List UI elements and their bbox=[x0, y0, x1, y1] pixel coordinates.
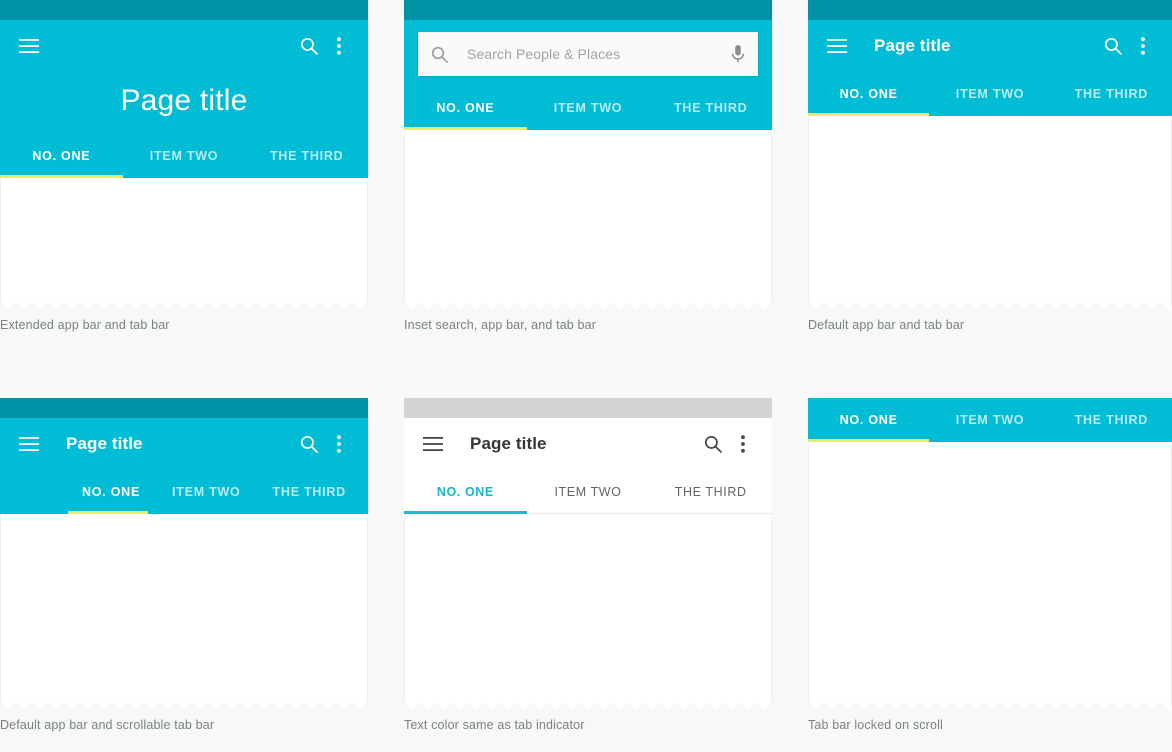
search-icon[interactable] bbox=[294, 429, 324, 459]
panel-white-app-bar: Page title NO. ONE ITEM TWO THE THIRD Te… bbox=[404, 398, 772, 738]
panel-caption: Extended app bar and tab bar bbox=[0, 318, 170, 332]
tab-item-two[interactable]: ITEM TWO bbox=[929, 398, 1050, 442]
sheet-edge-right bbox=[771, 130, 772, 310]
tab-no-one[interactable]: NO. ONE bbox=[66, 470, 156, 514]
sheet-edge-left bbox=[808, 116, 809, 310]
content-sheet bbox=[404, 514, 772, 710]
tab-the-third[interactable]: THE THIRD bbox=[649, 86, 772, 130]
panel-caption: Tab bar locked on scroll bbox=[808, 718, 943, 732]
torn-paper-edge bbox=[404, 297, 772, 310]
phone-frame: NO. ONE ITEM TWO THE THIRD bbox=[808, 398, 1172, 710]
overflow-menu-icon[interactable] bbox=[1128, 31, 1158, 61]
panel-scrollable-tab-bar: Page title NO. ONE ITEM TWO THE THIRD De… bbox=[0, 398, 368, 738]
app-bar: Page title NO. ONE ITEM TWO THE THIRD bbox=[0, 20, 368, 178]
phone-frame: Page title NO. ONE ITEM TWO THE THIRD bbox=[808, 0, 1172, 310]
phone-frame: Page title NO. ONE ITEM TWO THE THIRD bbox=[404, 398, 772, 710]
app-bar: NO. ONE ITEM TWO THE THIRD bbox=[808, 398, 1172, 442]
sheet-edge-right bbox=[367, 514, 368, 710]
content-sheet bbox=[404, 130, 772, 310]
sheet-edge-left bbox=[0, 178, 1, 310]
search-bar-container: Search People & Places bbox=[404, 20, 772, 86]
tab-the-third[interactable]: THE THIRD bbox=[245, 134, 368, 178]
app-bar: Page title NO. ONE ITEM TWO THE THIRD bbox=[0, 418, 368, 514]
panel-caption: Inset search, app bar, and tab bar bbox=[404, 318, 597, 332]
content-sheet bbox=[0, 514, 368, 710]
app-bar: Page title NO. ONE ITEM TWO THE THIRD bbox=[808, 20, 1172, 116]
content-sheet bbox=[0, 178, 368, 310]
search-input-placeholder[interactable]: Search People & Places bbox=[467, 46, 730, 62]
torn-paper-edge bbox=[0, 297, 368, 310]
tab-bar: NO. ONE ITEM TWO THE THIRD bbox=[808, 72, 1172, 116]
tab-item-two[interactable]: ITEM TWO bbox=[929, 72, 1050, 116]
panel-caption: Text color same as tab indicator bbox=[404, 718, 585, 732]
sheet-edge-left bbox=[404, 514, 405, 710]
sheet-edge-right bbox=[367, 178, 368, 310]
tab-item-two[interactable]: ITEM TWO bbox=[123, 134, 246, 178]
status-bar bbox=[0, 398, 368, 418]
sheet-edge-left bbox=[808, 442, 809, 710]
torn-paper-edge bbox=[404, 697, 772, 710]
panel-extended-app-bar: Page title NO. ONE ITEM TWO THE THIRD Ex… bbox=[0, 0, 368, 340]
tab-item-two[interactable]: ITEM TWO bbox=[527, 470, 650, 514]
page-title: Page title bbox=[120, 84, 248, 117]
menu-icon[interactable] bbox=[14, 429, 44, 459]
torn-paper-edge bbox=[0, 697, 368, 710]
menu-icon[interactable] bbox=[14, 31, 44, 61]
page-title: Page title bbox=[874, 36, 951, 55]
overflow-menu-icon[interactable] bbox=[728, 429, 758, 459]
tab-no-one[interactable]: NO. ONE bbox=[404, 470, 527, 514]
sheet-edge-right bbox=[771, 514, 772, 710]
search-icon[interactable] bbox=[294, 31, 324, 61]
menu-icon[interactable] bbox=[822, 31, 852, 61]
app-bar-specimen-grid: Page title NO. ONE ITEM TWO THE THIRD Ex… bbox=[0, 0, 1172, 752]
panel-locked-tab-bar: NO. ONE ITEM TWO THE THIRD Tab bar locke… bbox=[808, 398, 1172, 738]
panel-caption: Default app bar and tab bar bbox=[808, 318, 965, 332]
tab-the-third[interactable]: THE THIRD bbox=[649, 470, 772, 514]
content-sheet bbox=[808, 442, 1172, 710]
search-icon bbox=[430, 45, 449, 64]
tab-no-one[interactable]: NO. ONE bbox=[0, 134, 123, 178]
page-title: Page title bbox=[66, 434, 143, 453]
status-bar bbox=[404, 398, 772, 418]
tab-no-one[interactable]: NO. ONE bbox=[404, 86, 527, 130]
tab-item-two[interactable]: ITEM TWO bbox=[527, 86, 650, 130]
tab-the-third[interactable]: THE THIRD bbox=[1051, 72, 1172, 116]
app-bar: Search People & Places NO. ONE ITEM TWO … bbox=[404, 20, 772, 130]
phone-frame: Page title NO. ONE ITEM TWO THE THIRD bbox=[0, 398, 368, 710]
panel-default-app-bar: Page title NO. ONE ITEM TWO THE THIRD De… bbox=[808, 0, 1172, 340]
search-icon[interactable] bbox=[698, 429, 728, 459]
tab-the-third[interactable]: THE THIRD bbox=[1051, 398, 1172, 442]
torn-paper-edge bbox=[808, 697, 1172, 710]
content-sheet bbox=[808, 116, 1172, 310]
microphone-icon[interactable] bbox=[730, 44, 746, 64]
tab-item-two[interactable]: ITEM TWO bbox=[156, 470, 257, 514]
menu-icon[interactable] bbox=[418, 429, 448, 459]
tab-bar: NO. ONE ITEM TWO THE THIRD bbox=[0, 134, 368, 178]
status-bar bbox=[404, 0, 772, 20]
overflow-menu-icon[interactable] bbox=[324, 429, 354, 459]
overflow-menu-icon[interactable] bbox=[324, 31, 354, 61]
sheet-edge-left bbox=[404, 130, 405, 310]
tab-the-third[interactable]: THE THIRD bbox=[257, 470, 362, 514]
tab-no-one[interactable]: NO. ONE bbox=[808, 72, 929, 116]
panel-caption: Default app bar and scrollable tab bar bbox=[0, 718, 215, 732]
tab-bar-scrollable[interactable]: NO. ONE ITEM TWO THE THIRD bbox=[0, 470, 368, 514]
tab-bar: NO. ONE ITEM TWO THE THIRD bbox=[808, 398, 1172, 442]
status-bar bbox=[0, 0, 368, 20]
torn-paper-edge bbox=[808, 297, 1172, 310]
app-bar: Page title NO. ONE ITEM TWO THE THIRD bbox=[404, 418, 772, 514]
tab-bar: NO. ONE ITEM TWO THE THIRD bbox=[404, 470, 772, 514]
page-title: Page title bbox=[470, 434, 547, 453]
tab-bar: NO. ONE ITEM TWO THE THIRD bbox=[404, 86, 772, 130]
tab-no-one[interactable]: NO. ONE bbox=[808, 398, 929, 442]
search-icon[interactable] bbox=[1098, 31, 1128, 61]
status-bar bbox=[808, 0, 1172, 20]
panel-inset-search: Search People & Places NO. ONE ITEM TWO … bbox=[404, 0, 772, 340]
sheet-edge-left bbox=[0, 514, 1, 710]
search-field[interactable]: Search People & Places bbox=[418, 32, 758, 76]
phone-frame: Search People & Places NO. ONE ITEM TWO … bbox=[404, 0, 772, 310]
phone-frame: Page title NO. ONE ITEM TWO THE THIRD bbox=[0, 0, 368, 310]
